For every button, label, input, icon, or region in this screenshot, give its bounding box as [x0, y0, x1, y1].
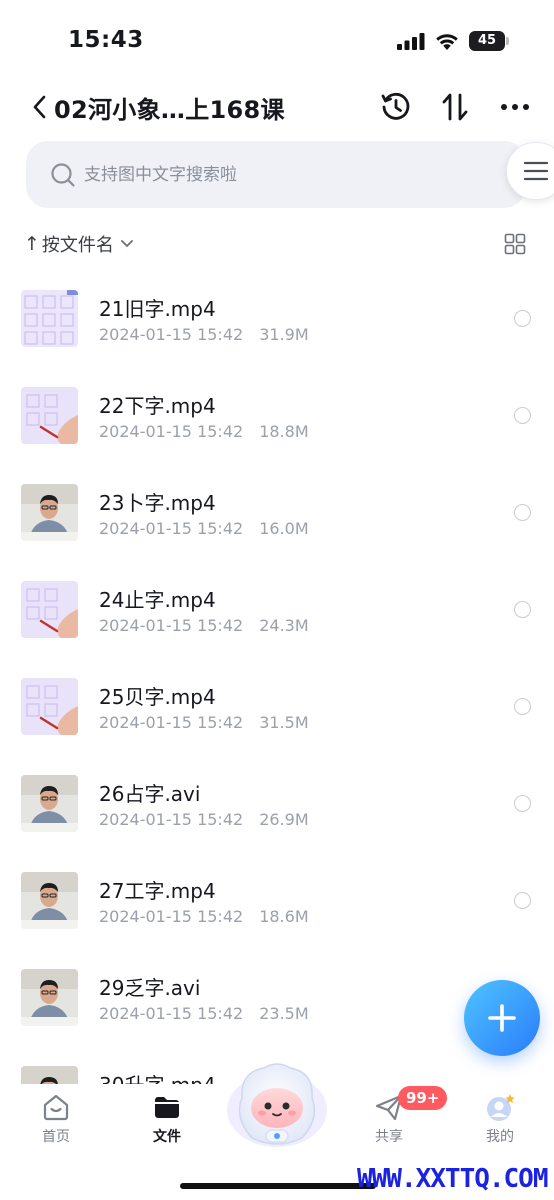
video-thumbnail	[21, 484, 78, 541]
file-meta: 2024-01-15 15:42 18.8M	[99, 422, 309, 441]
file-size: 26.9M	[259, 810, 309, 829]
nav-home[interactable]: 首页	[16, 1092, 96, 1154]
select-checkbox[interactable]	[514, 407, 531, 424]
nav-profile-label: 我的	[486, 1129, 514, 1145]
file-meta: 2024-01-15 15:42 31.9M	[99, 325, 309, 344]
file-list: 21旧字.mp4 2024-01-15 15:42 31.9M 22下字.mp4 202…	[0, 270, 554, 1084]
select-checkbox[interactable]	[514, 310, 531, 327]
file-meta: 2024-01-15 15:42 16.0M	[99, 519, 309, 538]
file-name: 22下字.mp4	[99, 394, 216, 418]
select-checkbox[interactable]	[514, 601, 531, 618]
file-row[interactable]: 25贝字.mp4 2024-01-15 15:42 31.5M	[0, 658, 554, 755]
file-row[interactable]: 21旧字.mp4 2024-01-15 15:42 31.9M	[0, 270, 554, 367]
file-name: 21旧字.mp4	[99, 297, 216, 321]
file-date: 2024-01-15 15:42	[99, 325, 244, 344]
file-size: 18.6M	[259, 907, 309, 926]
file-name: 25贝字.mp4	[99, 685, 216, 709]
select-checkbox[interactable]	[514, 795, 531, 812]
file-name: 26占字.avi	[99, 782, 201, 806]
plus-icon	[488, 1004, 516, 1032]
battery-indicator: 45	[469, 31, 509, 51]
more-dots-icon[interactable]	[499, 91, 531, 123]
sort-selector[interactable]: ↑ 按文件名	[24, 230, 134, 258]
profile-icon	[487, 1094, 515, 1121]
nav-share-label: 共享	[375, 1129, 403, 1145]
share-badge: 99+	[398, 1086, 448, 1110]
file-size: 31.5M	[259, 713, 309, 732]
file-row[interactable]: 22下字.mp4 2024-01-15 15:42 18.8M	[0, 367, 554, 464]
file-row[interactable]: 27工字.mp4 2024-01-15 15:42 18.6M	[0, 852, 554, 949]
nav-profile[interactable]: 我的	[460, 1092, 540, 1154]
file-name: 27工字.mp4	[99, 879, 216, 903]
battery-level: 45	[469, 31, 505, 51]
file-meta: 2024-01-15 15:42 26.9M	[99, 810, 309, 829]
select-checkbox[interactable]	[514, 698, 531, 715]
folder-title: 02河小象…上168课	[54, 96, 285, 124]
file-row[interactable]: 26占字.avi 2024-01-15 15:42 26.9M	[0, 755, 554, 852]
status-bar: 15:43 45	[0, 0, 554, 80]
mascot-icon[interactable]	[224, 1058, 330, 1150]
file-date: 2024-01-15 15:42	[99, 810, 244, 829]
sort-direction-arrow: ↑	[24, 233, 40, 255]
file-size: 31.9M	[259, 325, 309, 344]
file-name: 23卜字.mp4	[99, 491, 216, 515]
file-date: 2024-01-15 15:42	[99, 519, 244, 538]
home-icon	[43, 1094, 69, 1121]
video-thumbnail	[21, 581, 78, 638]
history-clock-icon[interactable]	[380, 91, 412, 123]
file-date: 2024-01-15 15:42	[99, 713, 244, 732]
signal-icon	[397, 33, 425, 50]
video-thumbnail	[21, 1066, 78, 1084]
grid-view-icon[interactable]	[504, 233, 526, 255]
chevron-left-icon[interactable]	[30, 93, 50, 121]
header: 02河小象…上168课	[0, 80, 554, 136]
video-thumbnail	[21, 775, 78, 832]
video-thumbnail	[21, 872, 78, 929]
add-button[interactable]	[464, 980, 540, 1056]
file-date: 2024-01-15 15:42	[99, 1004, 244, 1023]
search-input[interactable]	[84, 159, 484, 191]
search-bar[interactable]	[26, 141, 526, 208]
search-icon	[51, 163, 75, 187]
select-checkbox[interactable]	[514, 504, 531, 521]
sort-arrows-icon[interactable]	[440, 91, 470, 123]
file-meta: 2024-01-15 15:42 31.5M	[99, 713, 309, 732]
file-name: 29乏字.avi	[99, 976, 201, 1000]
chevron-down-icon	[121, 240, 133, 247]
video-thumbnail	[21, 969, 78, 1026]
file-meta: 2024-01-15 15:42 24.3M	[99, 616, 309, 635]
nav-files-label: 文件	[153, 1129, 181, 1145]
video-thumbnail	[21, 678, 78, 735]
file-meta: 2024-01-15 15:42 18.6M	[99, 907, 309, 926]
status-time: 15:43	[68, 27, 144, 53]
file-name: 30升字.mp4	[99, 1069, 216, 1084]
nav-files[interactable]: 文件	[127, 1092, 207, 1154]
home-indicator	[180, 1183, 376, 1189]
folder-icon	[155, 1097, 179, 1118]
file-meta: 2024-01-15 15:42 23.5M	[99, 1004, 309, 1023]
file-size: 18.8M	[259, 422, 309, 441]
sort-label: 按文件名	[41, 235, 114, 256]
file-date: 2024-01-15 15:42	[99, 907, 244, 926]
file-size: 16.0M	[259, 519, 309, 538]
file-row[interactable]: 24止字.mp4 2024-01-15 15:42 24.3M	[0, 561, 554, 658]
wifi-icon	[436, 34, 458, 50]
file-row[interactable]: 23卜字.mp4 2024-01-15 15:42 16.0M	[0, 464, 554, 561]
file-size: 24.3M	[259, 616, 309, 635]
watermark-text: WWW.XXTTQ.COM	[357, 1164, 548, 1194]
battery-cap	[506, 37, 509, 45]
file-size: 23.5M	[259, 1004, 309, 1023]
video-thumbnail	[21, 387, 78, 444]
file-name: 24止字.mp4	[99, 588, 216, 612]
video-thumbnail	[21, 290, 78, 347]
hamburger-icon	[523, 161, 549, 181]
file-date: 2024-01-15 15:42	[99, 422, 244, 441]
select-checkbox[interactable]	[514, 892, 531, 909]
nav-home-label: 首页	[42, 1129, 70, 1145]
file-date: 2024-01-15 15:42	[99, 616, 244, 635]
